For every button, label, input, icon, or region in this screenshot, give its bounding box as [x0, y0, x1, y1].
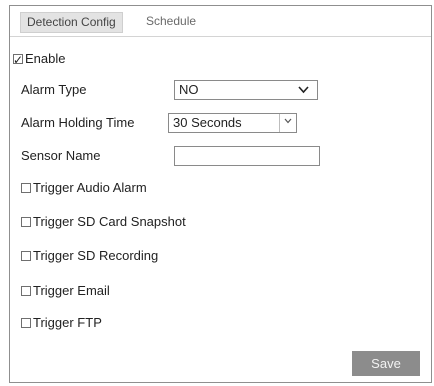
sensor-name-label: Sensor Name [21, 148, 101, 163]
alarm-holding-time-select[interactable]: 30 Seconds [168, 113, 297, 133]
save-button[interactable]: Save [352, 351, 420, 376]
trigger-audio-alarm-row[interactable]: Trigger Audio Alarm [21, 178, 147, 198]
trigger-sd-card-snapshot-label: Trigger SD Card Snapshot [33, 214, 186, 229]
enable-checkbox[interactable] [13, 50, 23, 70]
trigger-sd-recording-label: Trigger SD Recording [33, 248, 159, 263]
trigger-email-checkbox[interactable] [21, 286, 31, 296]
trigger-sd-card-snapshot-row[interactable]: Trigger SD Card Snapshot [21, 212, 186, 232]
sensor-name-input[interactable] [174, 146, 320, 166]
trigger-email-row[interactable]: Trigger Email [21, 281, 110, 301]
trigger-sd-recording-row[interactable]: Trigger SD Recording [21, 246, 158, 266]
enable-row[interactable]: Enable [13, 49, 66, 70]
trigger-ftp-row[interactable]: Trigger FTP [21, 313, 102, 333]
trigger-ftp-checkbox[interactable] [21, 318, 31, 328]
alarm-holding-time-label: Alarm Holding Time [21, 115, 135, 130]
alarm-type-label: Alarm Type [21, 82, 87, 97]
trigger-audio-alarm-checkbox[interactable] [21, 183, 31, 193]
trigger-email-label: Trigger Email [33, 283, 110, 298]
alarm-type-select[interactable]: NO [174, 80, 318, 100]
tab-detection-config[interactable]: Detection Config [20, 12, 123, 33]
tab-schedule[interactable]: Schedule [140, 12, 202, 31]
enable-label: Enable [25, 51, 66, 66]
tab-bar: Detection Config Schedule [10, 6, 431, 37]
alarm-type-value: NO [179, 82, 199, 97]
chevron-down-icon [279, 114, 296, 132]
alarm-holding-time-value: 30 Seconds [173, 115, 242, 130]
trigger-sd-recording-checkbox[interactable] [21, 251, 31, 261]
trigger-ftp-label: Trigger FTP [33, 315, 102, 330]
chevron-down-icon [298, 81, 309, 99]
trigger-sd-card-snapshot-checkbox[interactable] [21, 217, 31, 227]
trigger-audio-alarm-label: Trigger Audio Alarm [33, 180, 147, 195]
